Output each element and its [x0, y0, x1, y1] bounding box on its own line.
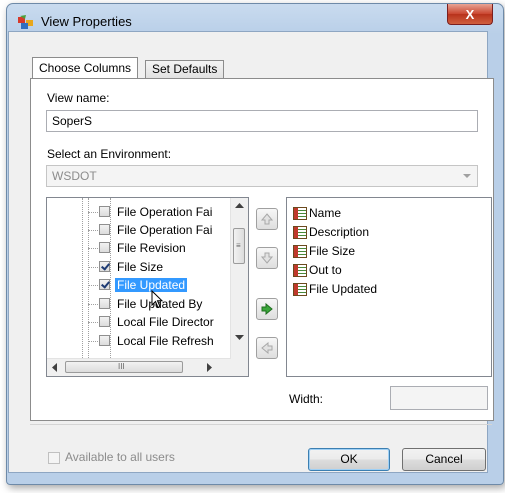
divider: [30, 424, 492, 425]
list-item[interactable]: Name: [293, 206, 341, 224]
tree-item[interactable]: Local File Refresh: [47, 333, 248, 350]
tree-item-checkbox[interactable]: [99, 316, 110, 327]
environment-select[interactable]: WSDOT: [46, 165, 478, 187]
tab-label: Choose Columns: [39, 61, 132, 75]
tree-item-label: File Size: [117, 260, 164, 274]
scroll-grip-icon: ≡: [236, 241, 241, 250]
available-to-all-label: Available to all users: [65, 450, 175, 464]
tree-branch-line: [88, 248, 98, 249]
width-input[interactable]: [390, 386, 488, 410]
tab-choose-columns[interactable]: Choose Columns: [32, 57, 139, 78]
tree-item-checkbox[interactable]: [99, 206, 110, 217]
tree-item-selected[interactable]: File Updated: [47, 277, 248, 294]
table-icon: [293, 226, 307, 240]
scroll-grip-icon: III: [118, 362, 125, 371]
table-icon: [293, 245, 307, 259]
tree-item[interactable]: File Operation Fai: [47, 204, 248, 221]
tab-label: Set Defaults: [152, 62, 218, 76]
horizontal-scroll-thumb[interactable]: III: [65, 361, 183, 373]
cancel-button[interactable]: Cancel: [402, 448, 486, 471]
close-button[interactable]: X: [447, 4, 493, 25]
vertical-scroll-thumb[interactable]: ≡: [233, 228, 245, 264]
tree-item-checkbox[interactable]: [99, 279, 110, 290]
tree-item-label: Local File Director: [117, 315, 214, 329]
scroll-up-icon[interactable]: [235, 203, 244, 209]
add-column-button[interactable]: [256, 298, 278, 320]
view-name-value: SoperS: [52, 114, 93, 128]
tree-item[interactable]: Local File Director: [47, 314, 248, 331]
list-item-label: File Updated: [309, 282, 378, 296]
scroll-left-icon[interactable]: [52, 363, 58, 372]
tree-item-checkbox[interactable]: [99, 261, 110, 272]
scrollbar-corner: [231, 359, 248, 376]
tree-item-label: File Operation Fai: [117, 223, 213, 237]
tree-item-label: File Operation Fai: [117, 205, 213, 219]
table-icon: [293, 207, 307, 221]
tree-item-label: File Revision: [117, 241, 186, 255]
view-name-label: View name:: [47, 91, 110, 105]
selected-columns-list[interactable]: Name Description File Size Out to File U…: [286, 197, 492, 377]
mouse-pointer-icon: [151, 290, 164, 309]
tree-branch-line: [88, 341, 98, 342]
right-arrow-icon: [261, 303, 273, 315]
tree-branch-line: [88, 285, 98, 286]
scroll-down-icon[interactable]: [235, 335, 244, 341]
list-item-label: Name: [309, 206, 342, 220]
list-item-label: File Size: [309, 244, 356, 258]
cancel-label: Cancel: [425, 452, 463, 466]
tree-item-checkbox[interactable]: [99, 298, 110, 309]
tree-item[interactable]: File Operation Fai: [47, 222, 248, 239]
window-title: View Properties: [41, 14, 132, 29]
tree-item-label: Local File Refresh: [117, 334, 214, 348]
close-icon: X: [465, 6, 475, 22]
list-item-label: Description: [309, 225, 370, 239]
view-name-input[interactable]: SoperS: [46, 110, 478, 132]
ok-label: OK: [340, 452, 358, 466]
tree-branch-line: [88, 304, 98, 305]
move-up-button[interactable]: [256, 208, 278, 230]
environment-value: WSDOT: [52, 169, 97, 183]
view-properties-icon: [18, 15, 33, 29]
down-arrow-icon: [261, 252, 273, 264]
list-item[interactable]: Description: [293, 225, 369, 243]
list-item[interactable]: File Size: [293, 244, 355, 262]
tree-branch-line: [88, 322, 98, 323]
available-columns-tree[interactable]: File Operation Fai File Operation Fai Fi…: [46, 197, 249, 377]
tree-item[interactable]: File Size: [47, 259, 248, 276]
tab-set-defaults[interactable]: Set Defaults: [145, 60, 225, 78]
up-arrow-icon: [261, 213, 273, 225]
scroll-right-icon[interactable]: [207, 363, 213, 372]
list-item[interactable]: File Updated: [293, 282, 377, 300]
environment-label: Select an Environment:: [47, 147, 172, 161]
tree-branch-line: [88, 212, 98, 213]
list-item-label: Out to: [309, 263, 342, 277]
width-label: Width:: [289, 392, 324, 406]
move-down-button[interactable]: [256, 247, 278, 269]
chevron-down-icon: [463, 174, 471, 178]
tree-item-checkbox[interactable]: [99, 224, 110, 235]
available-to-all-checkbox[interactable]: [48, 452, 60, 464]
table-icon: [293, 264, 307, 278]
tree-item[interactable]: File Updated By: [47, 296, 248, 313]
tree-vertical-scrollbar[interactable]: ≡: [230, 198, 248, 359]
tree-item-checkbox[interactable]: [99, 242, 110, 253]
tree-item-checkbox[interactable]: [99, 335, 110, 346]
tree-branch-line: [88, 230, 98, 231]
tree-item[interactable]: File Revision: [47, 240, 248, 257]
tree-horizontal-scrollbar[interactable]: III: [47, 358, 231, 376]
left-arrow-icon: [261, 342, 273, 354]
ok-button[interactable]: OK: [308, 448, 390, 471]
table-icon: [293, 283, 307, 297]
remove-column-button[interactable]: [256, 337, 278, 359]
tree-branch-line: [88, 267, 98, 268]
list-item[interactable]: Out to: [293, 263, 342, 281]
